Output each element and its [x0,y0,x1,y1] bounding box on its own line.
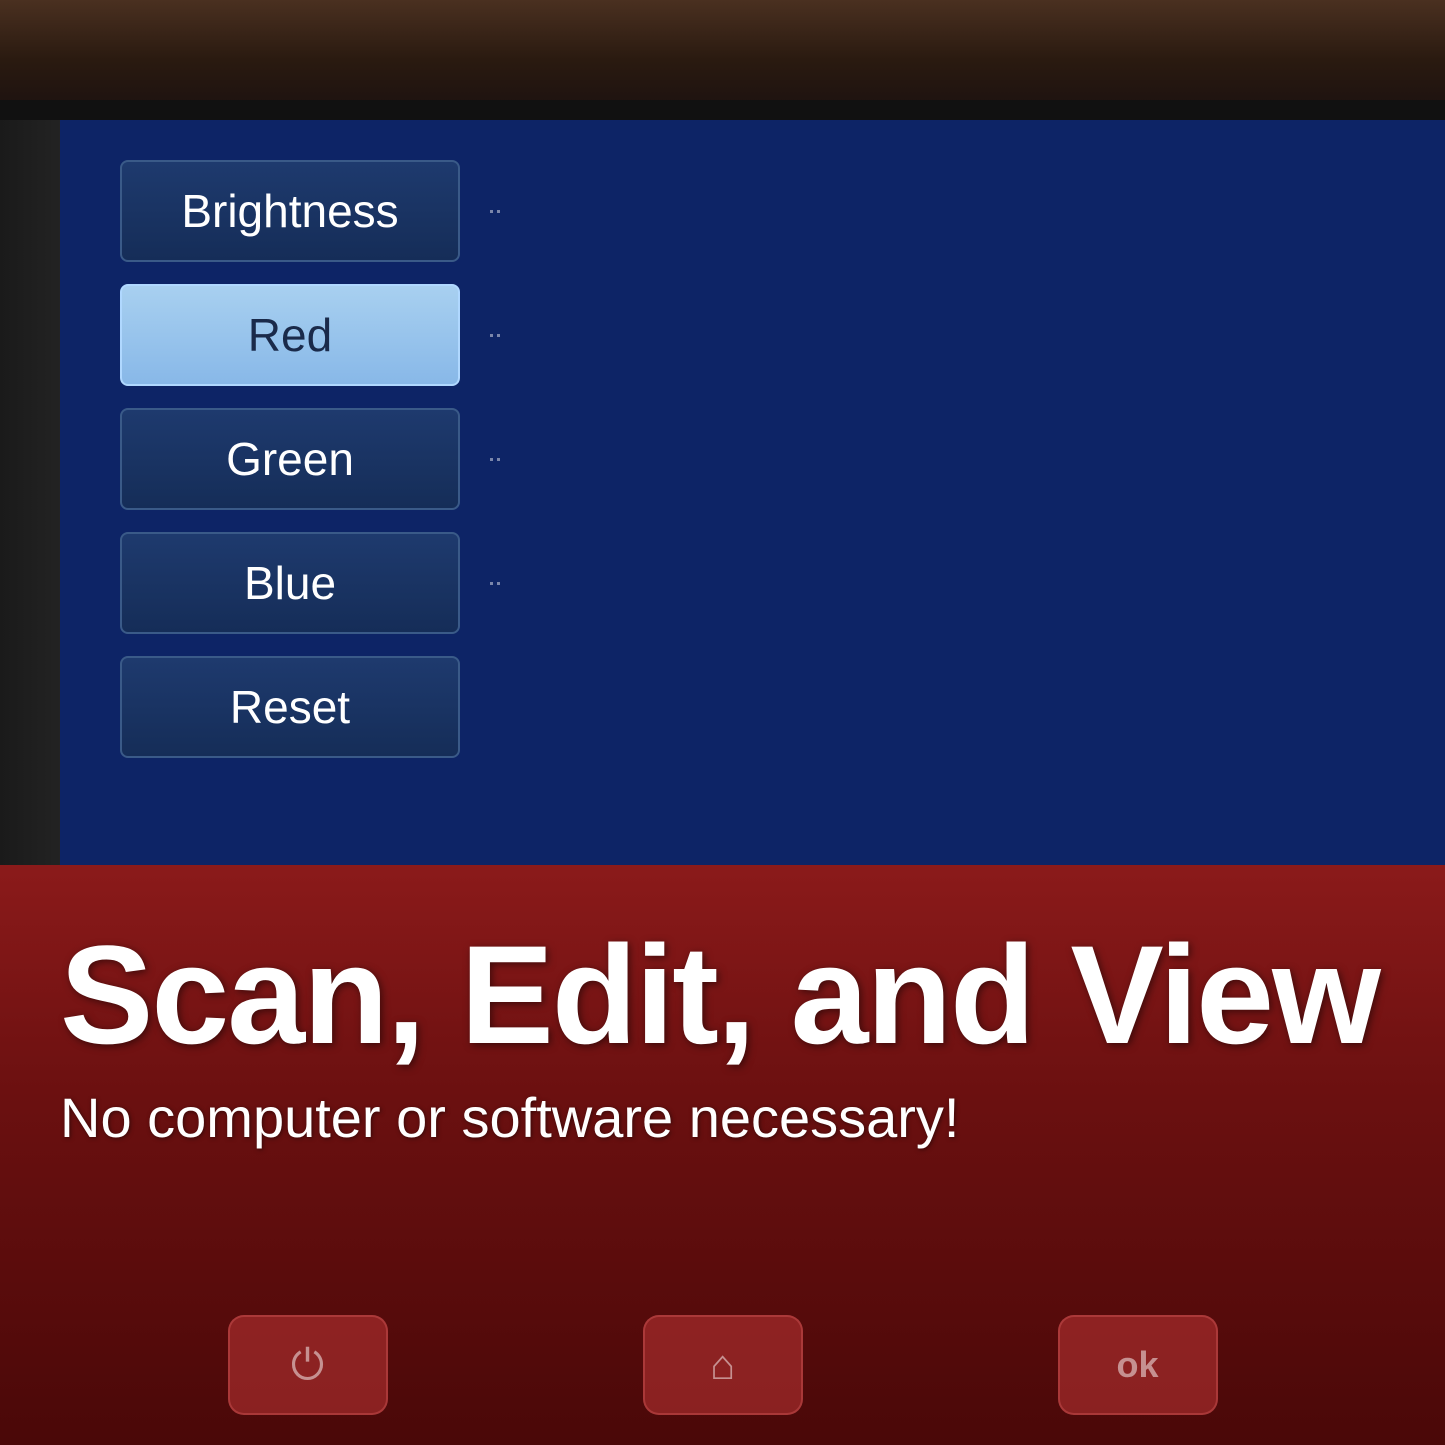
red-row: Red [120,284,500,386]
blue-row: Blue [120,532,500,634]
device-screen: Brightness Red Green Blue Reset [60,100,1445,880]
blue-button[interactable]: Blue [120,532,460,634]
main-headline: Scan, Edit, and View [60,925,1385,1065]
red-button[interactable]: Red [120,284,460,386]
home-button[interactable]: ⌂ [643,1315,803,1415]
brightness-button[interactable]: Brightness [120,160,460,262]
menu-container: Brightness Red Green Blue Reset [120,160,500,758]
blue-dotted-line [490,582,500,585]
reset-button[interactable]: Reset [120,656,460,758]
reset-row: Reset [120,656,500,758]
brightness-row: Brightness [120,160,500,262]
sub-headline: No computer or software necessary! [60,1085,1385,1150]
bottom-section: Scan, Edit, and View No computer or soft… [0,865,1445,1445]
green-row: Green [120,408,500,510]
ok-button[interactable]: ok [1058,1315,1218,1415]
bottom-buttons-row: ⏻ ⌂ ok [0,1315,1445,1415]
red-dotted-line [490,334,500,337]
device-top-bezel [0,0,1445,120]
green-dotted-line [490,458,500,461]
brightness-dotted-line [490,210,500,213]
green-button[interactable]: Green [120,408,460,510]
page-wrapper: Brightness Red Green Blue Reset [0,0,1445,1445]
power-button[interactable]: ⏻ [228,1315,388,1415]
